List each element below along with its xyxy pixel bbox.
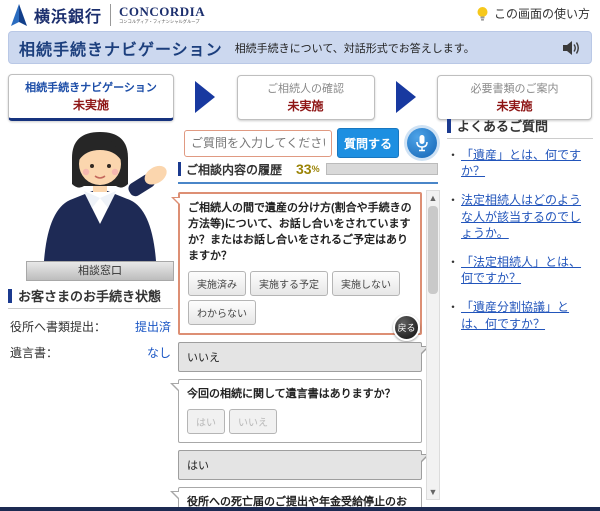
chat-zone: ご相続人の間で遺産の分け方(割合や手続きの方法等)について、お話し合いをされてい…: [170, 190, 440, 511]
faq-link[interactable]: 「法定相続人」とは、何ですか？: [461, 254, 593, 286]
screen-help-label: この画面の使い方: [493, 7, 590, 21]
question-bar: 質問する: [184, 125, 442, 161]
message-text: 今回の相続に関して遺言書はありますか？: [187, 387, 396, 400]
message-text: いいえ: [187, 351, 220, 364]
status-rows: 役所へ書類提出： 提出済遺言書： なし: [8, 318, 173, 361]
advisor-caption: 相談窓口: [26, 261, 174, 281]
step-label: ご相続人の確認: [267, 82, 344, 95]
history-label: ご相談内容の履歴: [186, 162, 283, 177]
status-row-value: なし: [146, 346, 171, 360]
faq-link[interactable]: 法定相続人はどのような人が該当するのでしょうか。: [461, 192, 593, 241]
answer-button[interactable]: 実施しない: [332, 270, 400, 296]
step-2[interactable]: ご相続人の確認 未実施: [236, 74, 375, 120]
step-arrow-icon: [395, 81, 416, 113]
faq-panel: よくあるご質問 ・「遺産」とは、何ですか？・法定相続人はどのような人が該当するの…: [447, 116, 593, 345]
section-accent-bar: [8, 288, 12, 303]
history-progress-row: ご相談内容の履歴 33 %: [178, 160, 438, 184]
user-message: はい: [178, 449, 430, 480]
faq-link[interactable]: 「遺産」とは、何ですか？: [461, 147, 593, 179]
step-3[interactable]: 必要書類のご案内 未実施: [437, 74, 592, 120]
top-header: 横浜銀行 CONCORDIA コンコルディア・フィナンシャルグループ この画面の…: [0, 0, 600, 30]
status-row: 役所へ書類提出： 提出済: [8, 318, 173, 335]
step-status: 未実施: [287, 98, 324, 113]
step-label: 必要書類のご案内: [470, 82, 559, 95]
page-subtitle: 相続手続きについて、対話形式でお答えします。: [234, 42, 475, 55]
faq-bullet: ・: [447, 148, 460, 162]
faq-item: ・「遺産分割協議」とは、何ですか？: [447, 299, 593, 331]
message-text: ご相続人の間で遺産の分け方(割合や手続きの方法等)について、お話し合いをされてい…: [188, 202, 412, 262]
microphone-button[interactable]: [404, 125, 440, 161]
status-panel-title: お客さまのお手続き状態: [18, 289, 162, 304]
history-progress-track: [325, 163, 438, 175]
step-status: 未実施: [72, 97, 109, 112]
scroll-down-icon[interactable]: ▼: [427, 485, 439, 499]
step-1[interactable]: 相続手続きナビゲーション 未実施: [8, 73, 174, 121]
section-accent-bar: [447, 118, 451, 133]
bot-message: ご相続人の間で遺産の分け方(割合や手続きの方法等)について、お話し合いをされてい…: [171, 192, 422, 341]
faq-bullet: ・: [447, 254, 460, 269]
faq-bullet: ・: [447, 193, 460, 208]
step-arrow-icon: [195, 81, 216, 113]
steps: 相続手続きナビゲーション 未実施 ご相続人の確認 未実施 必要書類のご案内 未実施: [8, 73, 592, 121]
scroll-up-icon[interactable]: ▲: [427, 191, 439, 205]
faq-item: ・「遺産」とは、何ですか？: [447, 147, 593, 179]
faq-title: よくあるご質問: [457, 119, 549, 134]
answer-button: はい: [187, 408, 225, 434]
advisor-illustration: [26, 128, 174, 261]
group-name: CONCORDIA: [119, 4, 206, 20]
faq-item: ・「法定相続人」とは、何ですか？: [447, 254, 593, 286]
page-title: 相続手続きナビゲーション: [19, 41, 223, 59]
step-status: 未実施: [496, 98, 533, 113]
user-message: いいえ: [178, 341, 430, 372]
faq-link[interactable]: 「遺産分割協議」とは、何ですか？: [461, 299, 593, 331]
question-input[interactable]: [184, 129, 332, 157]
answer-button[interactable]: 実施する予定: [250, 270, 328, 296]
history-percent-unit: %: [311, 164, 320, 174]
answer-buttons: 実施済み 実施する予定 実施しないわからない: [188, 270, 412, 325]
scrollbar-thumb[interactable]: [428, 206, 438, 294]
screen-help-link[interactable]: この画面の使い方: [476, 5, 590, 22]
bank-logo[interactable]: 横浜銀行 CONCORDIA コンコルディア・フィナンシャルグループ: [8, 3, 205, 27]
message-text: はい: [187, 459, 209, 472]
status-row-value: 提出済: [134, 320, 171, 334]
faq-bullet: ・: [447, 300, 460, 315]
answer-button[interactable]: わからない: [188, 299, 256, 325]
status-row-label: 遺言書：: [10, 346, 59, 360]
status-row: 遺言書： なし: [8, 344, 173, 361]
brand-divider: [110, 4, 112, 26]
history-percent: 33: [296, 161, 312, 177]
inheritance-navigator-app: 横浜銀行 CONCORDIA コンコルディア・フィナンシャルグループ この画面の…: [0, 0, 600, 511]
faq-header: よくあるご質問: [447, 116, 593, 139]
faq-item: ・法定相続人はどのような人が該当するのでしょうか。: [447, 192, 593, 241]
chat-scrollbar[interactable]: ▲ ▼: [426, 190, 440, 500]
group-subtitle: コンコルディア・フィナンシャルグループ: [119, 19, 200, 25]
bottom-bar: [0, 507, 600, 511]
section-accent-bar: [178, 162, 181, 176]
answer-button: いいえ: [229, 408, 277, 434]
back-button[interactable]: 戻る: [393, 313, 420, 341]
answer-button[interactable]: 実施済み: [188, 270, 246, 296]
status-panel: お客さまのお手続き状態 役所へ書類提出： 提出済遺言書： なし: [8, 286, 173, 361]
speaker-icon[interactable]: [561, 39, 581, 57]
chat-messages: ご相続人の間で遺産の分け方(割合や手続きの方法等)について、お話し合いをされてい…: [170, 192, 430, 511]
step-label: 相続手続きナビゲーション: [25, 81, 157, 94]
faq-list: ・「遺産」とは、何ですか？・法定相続人はどのような人が該当するのでしょうか。・「…: [447, 147, 593, 332]
bot-message: 今回の相続に関して遺言書はありますか？ はい いいえ: [170, 378, 422, 443]
ask-button[interactable]: 質問する: [337, 128, 399, 158]
bank-name: 横浜銀行: [34, 9, 103, 26]
bank-logo-icon: [11, 4, 27, 26]
status-panel-header: お客さまのお手続き状態: [8, 286, 173, 309]
answer-buttons: はい いいえ: [187, 408, 413, 434]
advisor-panel: 相談窓口: [26, 128, 174, 281]
status-row-label: 役所へ書類提出：: [10, 320, 107, 334]
microphone-icon: [407, 128, 437, 158]
group-brand: CONCORDIA コンコルディア・フィナンシャルグループ: [119, 5, 205, 25]
lightbulb-icon: [477, 6, 488, 21]
title-bar: 相続手続きナビゲーション 相続手続きについて、対話形式でお答えします。: [8, 31, 592, 64]
